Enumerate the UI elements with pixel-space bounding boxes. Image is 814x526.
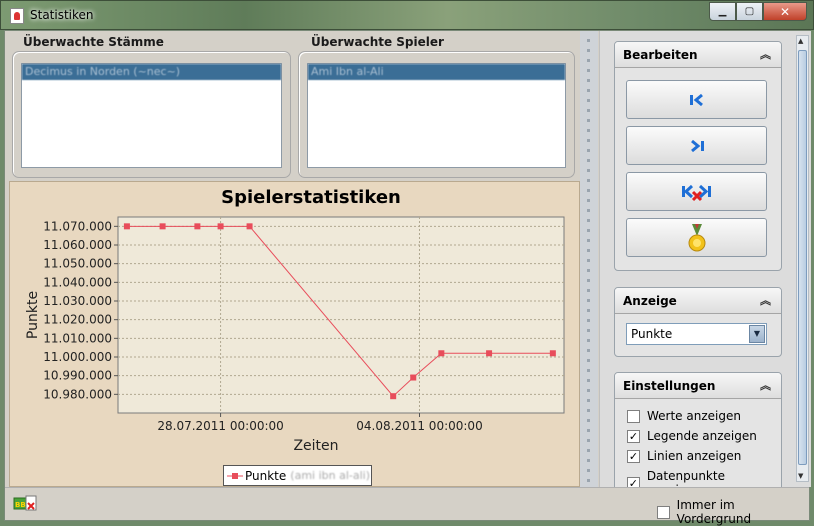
data-point — [438, 350, 445, 357]
display-group-title: Anzeige — [623, 294, 677, 308]
players-list[interactable]: Ami Ibn al-Ali — [307, 63, 566, 168]
checkbox-label: Werte anzeigen — [647, 409, 741, 423]
list-item[interactable]: Ami Ibn al-Ali — [308, 64, 565, 80]
legend-marker-icon — [227, 472, 243, 479]
y-tick-label: 11.060.000 — [43, 238, 112, 252]
legend-label: Punkte — [245, 468, 287, 483]
x-tick-label: 28.07.2011 00:00:00 — [157, 419, 283, 433]
plot-area — [117, 216, 565, 414]
y-tick-label: 11.030.000 — [43, 294, 112, 308]
svg-text:BB: BB — [15, 501, 26, 509]
medal-icon — [688, 223, 705, 251]
data-point — [194, 223, 201, 230]
scrollbar-thumb[interactable] — [798, 50, 807, 465]
y-tick-label: 11.070.000 — [43, 219, 112, 233]
chart-title: Spielerstatistiken — [221, 187, 401, 208]
sidebar: Bearbeiten ︽ Anzeige ︽ Punkte ▼ Einstellung… — [599, 31, 811, 492]
tribes-title: Überwachte Stämme — [23, 35, 164, 49]
checkbox-box[interactable]: ✓ — [627, 449, 640, 463]
data-point — [549, 350, 556, 357]
legend-extra: (ami ibn al-ali) — [290, 469, 370, 482]
data-point — [159, 223, 166, 230]
always-on-top-checkbox[interactable]: Immer im Vordergrund — [657, 498, 809, 526]
x-axis-label: Zeiten — [293, 438, 338, 454]
y-tick-label: 11.050.000 — [43, 257, 112, 271]
split-divider[interactable] — [580, 31, 598, 487]
y-tick-label: 11.000.000 — [43, 350, 112, 364]
java-app-icon — [10, 8, 24, 24]
tribes-list[interactable]: Decimus in Norden (~nec~) — [21, 63, 282, 168]
set-end-button[interactable] — [626, 126, 767, 165]
remove-range-icon — [681, 184, 711, 201]
y-tick-label: 11.040.000 — [43, 275, 112, 289]
players-title: Überwachte Spieler — [311, 35, 444, 49]
data-point — [123, 223, 130, 230]
y-tick-label: 10.990.000 — [43, 369, 112, 383]
settings-group: Einstellungen ︽ Werte anzeigen ✓ Legende a… — [614, 372, 782, 492]
export-bbcode-icon[interactable]: BB — [13, 494, 39, 512]
data-point — [246, 223, 253, 230]
data-point — [410, 374, 417, 381]
checkbox-box[interactable] — [657, 505, 670, 519]
title-bar: Statistiken ▁ ▢ ✕ — [0, 0, 814, 30]
collapse-chevron-icon[interactable]: ︽ — [760, 373, 771, 399]
minimize-button[interactable]: ▁ — [709, 2, 736, 21]
maximize-button[interactable]: ▢ — [736, 2, 763, 21]
list-item[interactable]: Decimus in Norden (~nec~) — [22, 64, 281, 80]
players-frame: Ami Ibn al-Ali — [298, 51, 575, 178]
chart-legend: Punkte (ami ibn al-ali) — [223, 465, 372, 486]
y-axis-label: Punkte — [25, 291, 41, 339]
settings-group-title: Einstellungen — [623, 379, 716, 393]
reset-range-button[interactable] — [626, 172, 767, 211]
tribes-frame: Decimus in Norden (~nec~) — [12, 51, 291, 178]
close-button[interactable]: ✕ — [763, 2, 807, 21]
settings-group-header[interactable]: Einstellungen ︽ — [615, 373, 781, 399]
checkbox-box[interactable] — [627, 409, 640, 423]
y-tick-label: 10.980.000 — [43, 387, 112, 401]
line-chart: 11.070.000 11.060.000 11.050.000 11.040.000… — [25, 187, 565, 454]
scroll-down-icon[interactable]: ▼ — [798, 472, 803, 480]
collapse-chevron-icon[interactable]: ︽ — [760, 42, 771, 68]
set-start-button[interactable] — [626, 80, 767, 119]
edit-group-header[interactable]: Bearbeiten ︽ — [615, 42, 781, 68]
collapse-chevron-icon[interactable]: ︽ — [760, 288, 771, 314]
show-lines-checkbox[interactable]: ✓ Linien anzeigen — [627, 449, 741, 463]
show-legend-checkbox[interactable]: ✓ Legende anzeigen — [627, 429, 757, 443]
client-area: Überwachte Stämme Decimus in Norden (~ne… — [4, 30, 811, 526]
y-tick-label: 11.010.000 — [43, 331, 112, 345]
data-point — [390, 393, 397, 400]
show-values-checkbox[interactable]: Werte anzeigen — [627, 409, 741, 423]
edit-group-title: Bearbeiten — [623, 48, 698, 62]
jump-to-start-icon — [689, 93, 703, 106]
sidebar-scrollbar[interactable]: ▲ ▼ — [796, 35, 809, 482]
display-select-value: Punkte — [631, 327, 673, 341]
checkbox-label: Legende anzeigen — [647, 429, 757, 443]
y-tick-label: 11.020.000 — [43, 313, 112, 327]
display-group: Anzeige ︽ Punkte ▼ — [614, 287, 782, 357]
edit-group: Bearbeiten ︽ — [614, 41, 782, 271]
scroll-up-icon[interactable]: ▲ — [798, 37, 803, 45]
award-button[interactable] — [626, 218, 767, 257]
x-tick-label: 04.08.2011 00:00:00 — [356, 419, 482, 433]
display-group-header[interactable]: Anzeige ︽ — [615, 288, 781, 314]
window-title: Statistiken — [30, 8, 94, 22]
status-bar: BB Immer im Vordergrund — [5, 487, 809, 526]
chart-panel: 11.070.000 11.060.000 11.050.000 11.040.000… — [9, 181, 580, 487]
jump-to-end-icon — [690, 139, 704, 152]
display-select[interactable]: Punkte ▼ — [626, 323, 767, 345]
data-point — [486, 350, 493, 357]
checkbox-label: Immer im Vordergrund — [676, 498, 752, 526]
chevron-down-icon[interactable]: ▼ — [749, 325, 765, 343]
checkbox-label: Linien anzeigen — [647, 449, 742, 463]
checkbox-box[interactable]: ✓ — [627, 429, 640, 443]
data-point — [217, 223, 224, 230]
